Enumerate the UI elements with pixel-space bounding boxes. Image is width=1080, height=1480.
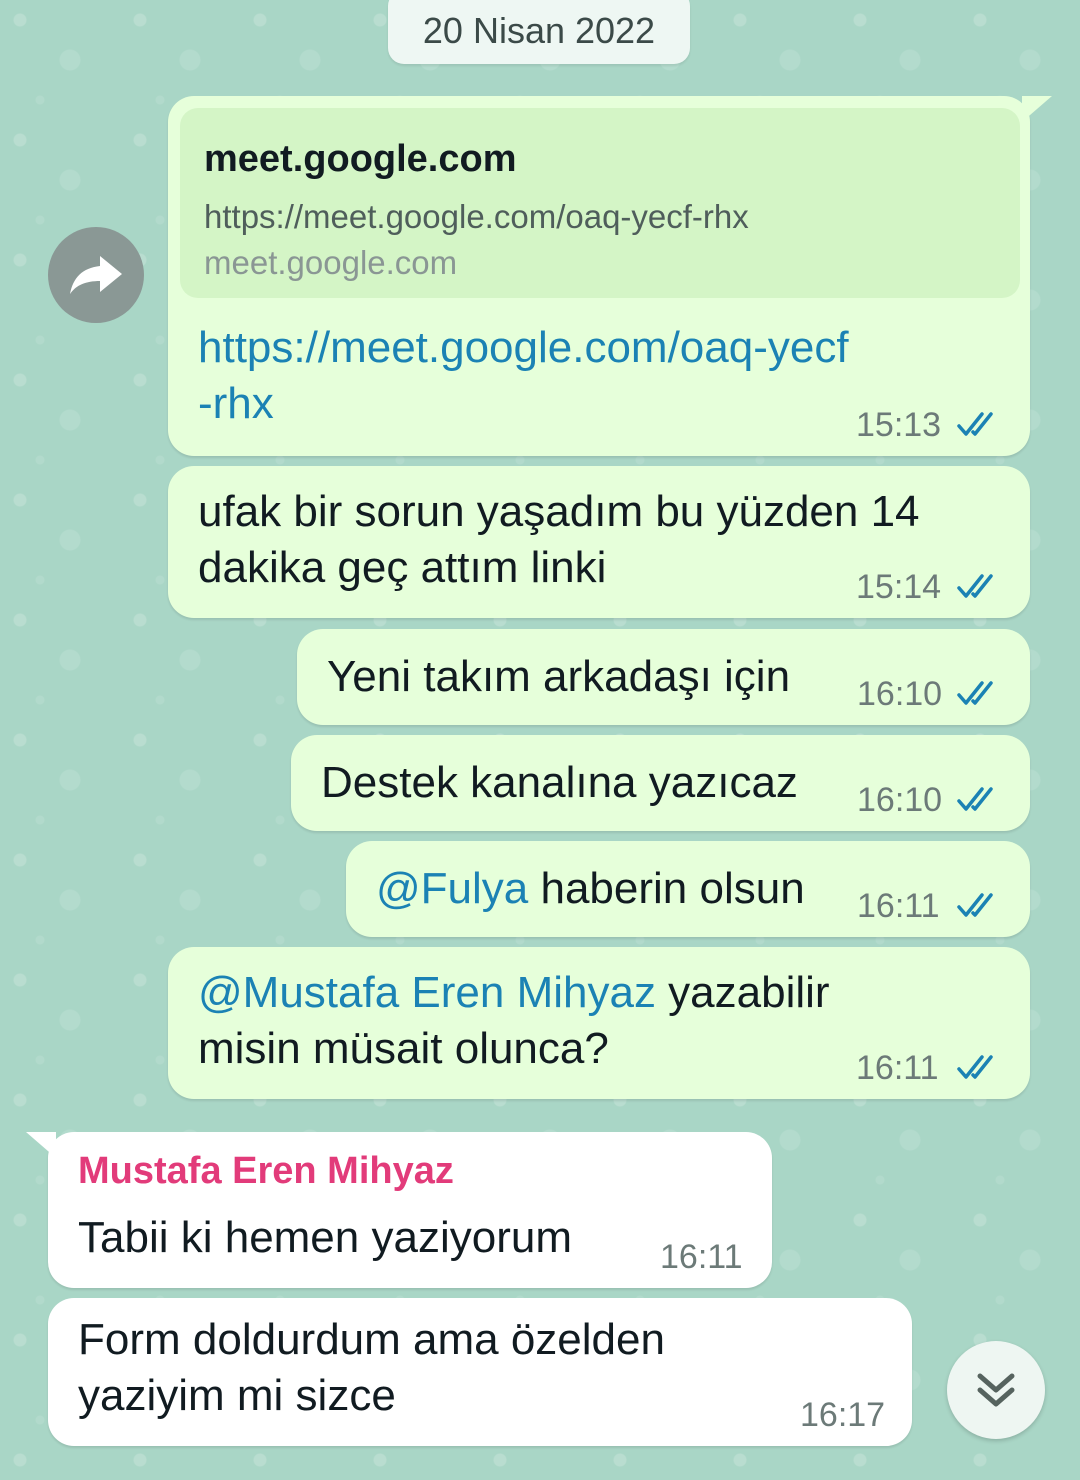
double-check-icon xyxy=(957,787,993,811)
message-text-line1: ufak bir sorun yaşadım bu yüzden 14 xyxy=(198,487,920,536)
message-text-line2: misin müsait olunca? xyxy=(198,1024,609,1073)
message-time: 16:17 xyxy=(800,1396,886,1434)
forward-arrow-icon xyxy=(70,256,122,294)
message-time: 15:14 xyxy=(856,568,942,606)
scroll-to-bottom-button[interactable] xyxy=(947,1341,1045,1439)
sender-name[interactable]: Mustafa Eren Mihyaz xyxy=(78,1150,454,1193)
message-text-line1: @Mustafa Eren Mihyaz yazabilir xyxy=(198,965,830,1021)
incoming-message-bubble[interactable]: Form doldurdum ama özelden yaziyim mi si… xyxy=(48,1298,912,1446)
message-text-line2: dakika geç attım linki xyxy=(198,543,607,592)
double-check-icon xyxy=(957,1055,993,1079)
message-bubble[interactable]: Destek kanalına yazıcaz 16:10 xyxy=(291,735,1030,831)
message-bubble[interactable]: ufak bir sorun yaşadım bu yüzden 14 daki… xyxy=(168,466,1030,618)
double-check-icon xyxy=(957,893,993,917)
message-text: Yeni takım arkadaşı için xyxy=(327,652,791,701)
message-time: 15:13 xyxy=(856,406,942,444)
link-preview-url: https://meet.google.com/oaq-yecf-rhx xyxy=(204,198,749,235)
double-check-icon xyxy=(957,574,993,598)
message-time: 16:10 xyxy=(857,781,943,819)
mention-link[interactable]: @Fulya xyxy=(376,864,528,913)
message-text: Tabii ki hemen yaziyorum xyxy=(78,1213,572,1262)
message-text: @Fulya haberin olsun xyxy=(376,861,805,917)
message-text-rest: yazabilir xyxy=(655,968,830,1017)
link-preview-title: meet.google.com xyxy=(204,138,517,180)
message-bubble[interactable]: @Mustafa Eren Mihyaz yazabilir misin müs… xyxy=(168,947,1030,1099)
double-chevron-down-icon xyxy=(977,1373,1015,1407)
forward-button[interactable] xyxy=(48,227,144,323)
bubble-tail xyxy=(1022,96,1052,122)
double-check-icon xyxy=(957,412,993,436)
message-time: 16:10 xyxy=(857,675,943,713)
message-bubble[interactable]: Yeni takım arkadaşı için 16:10 xyxy=(297,629,1030,725)
message-bubble-link[interactable]: meet.google.com https://meet.google.com/… xyxy=(168,96,1052,456)
message-bubble[interactable]: @Fulya haberin olsun 16:11 xyxy=(346,841,1030,937)
incoming-message-bubble[interactable]: Mustafa Eren Mihyaz Tabii ki hemen yaziy… xyxy=(26,1132,772,1288)
link-preview-card[interactable]: meet.google.com https://meet.google.com/… xyxy=(180,108,1020,298)
link-preview-domain: meet.google.com xyxy=(204,244,458,281)
mention-link[interactable]: @Mustafa Eren Mihyaz xyxy=(198,968,656,1017)
message-text-line2: yaziyim mi sizce xyxy=(78,1371,396,1420)
message-time: 16:11 xyxy=(857,887,940,925)
message-link-line1[interactable]: https://meet.google.com/oaq-yecf xyxy=(198,320,849,376)
bubble-tail xyxy=(26,1132,56,1158)
message-link-line2[interactable]: -rhx xyxy=(198,376,274,432)
message-text-rest: haberin olsun xyxy=(528,864,805,913)
message-time: 16:11 xyxy=(660,1238,743,1276)
message-text: Destek kanalına yazıcaz xyxy=(321,758,798,807)
message-text-line1: Form doldurdum ama özelden xyxy=(78,1315,665,1364)
date-chip: 20 Nisan 2022 xyxy=(388,0,690,64)
double-check-icon xyxy=(957,681,993,705)
message-time: 16:11 xyxy=(856,1049,939,1087)
